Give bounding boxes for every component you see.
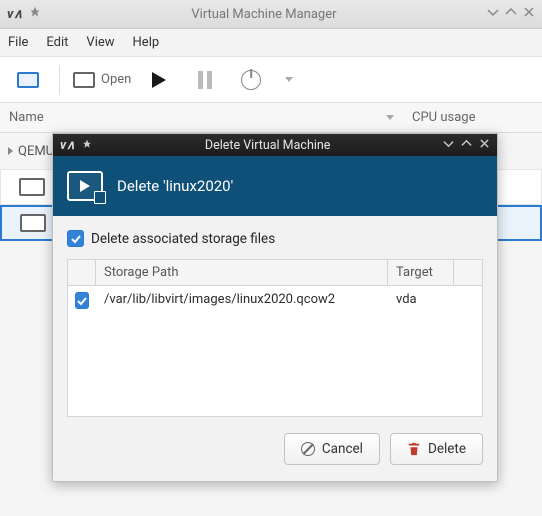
dialog-title: Delete Virtual Machine bbox=[205, 138, 331, 153]
pin-icon[interactable] bbox=[29, 6, 41, 22]
menu-view[interactable]: View bbox=[86, 35, 114, 50]
pin-icon[interactable] bbox=[82, 138, 92, 153]
open-label: Open bbox=[101, 72, 131, 87]
dialog-close-icon[interactable] bbox=[479, 138, 490, 153]
window-title: Virtual Machine Manager bbox=[191, 7, 336, 22]
cancel-icon bbox=[301, 442, 315, 456]
dialog-app-icon: v∧ bbox=[60, 137, 75, 153]
header-cpu[interactable]: CPU usage bbox=[412, 110, 542, 125]
banner-text: Delete 'linux2020' bbox=[117, 177, 233, 195]
menu-edit[interactable]: Edit bbox=[46, 35, 68, 50]
delete-storage-label: Delete associated storage files bbox=[91, 231, 275, 247]
open-button[interactable]: Open bbox=[73, 72, 131, 88]
menu-help[interactable]: Help bbox=[133, 35, 160, 50]
dialog-min-icon[interactable] bbox=[443, 138, 454, 153]
sort-chevron-icon[interactable] bbox=[386, 115, 394, 120]
app-icon: v∧ bbox=[7, 7, 23, 22]
delete-button[interactable]: Delete bbox=[390, 433, 483, 465]
vm-delete-icon bbox=[67, 171, 103, 201]
cancel-label: Cancel bbox=[322, 441, 363, 457]
close-icon[interactable] bbox=[523, 6, 535, 22]
delete-storage-checkbox[interactable] bbox=[67, 230, 84, 247]
maximize-icon[interactable] bbox=[505, 6, 517, 22]
vm-list-header: Name CPU usage bbox=[0, 103, 542, 133]
minimize-icon[interactable] bbox=[487, 6, 499, 22]
power-button[interactable] bbox=[233, 62, 269, 98]
separator bbox=[59, 65, 60, 95]
dialog-banner: Delete 'linux2020' bbox=[53, 156, 497, 216]
menu-file[interactable]: File bbox=[8, 35, 28, 50]
cancel-button[interactable]: Cancel bbox=[284, 433, 380, 465]
header-path[interactable]: Storage Path bbox=[96, 260, 388, 285]
new-vm-button[interactable] bbox=[10, 62, 46, 98]
trash-icon bbox=[407, 442, 421, 456]
monitor-icon bbox=[73, 72, 95, 88]
header-spacer bbox=[454, 260, 482, 285]
delete-dialog: v∧ Delete Virtual Machine Delete 'linux2… bbox=[52, 133, 498, 482]
toolbar: Open bbox=[0, 57, 542, 103]
row-target: vda bbox=[388, 286, 454, 315]
row-checkbox[interactable] bbox=[75, 292, 89, 309]
row-path: /var/lib/libvirt/images/linux2020.qcow2 bbox=[96, 286, 388, 315]
dialog-max-icon[interactable] bbox=[461, 138, 472, 153]
main-titlebar: v∧ Virtual Machine Manager bbox=[0, 0, 542, 29]
expand-icon[interactable] bbox=[8, 147, 13, 155]
header-select bbox=[68, 260, 96, 285]
header-name[interactable]: Name bbox=[0, 110, 386, 125]
host-label: QEMU bbox=[18, 144, 54, 159]
menubar: File Edit View Help bbox=[0, 29, 542, 57]
pause-button[interactable] bbox=[187, 62, 223, 98]
table-row[interactable]: /var/lib/libvirt/images/linux2020.qcow2 … bbox=[68, 286, 482, 315]
delete-label: Delete bbox=[428, 441, 466, 457]
header-target[interactable]: Target bbox=[388, 260, 454, 285]
dialog-titlebar: v∧ Delete Virtual Machine bbox=[53, 134, 497, 156]
storage-table: Storage Path Target /var/lib/libvirt/ima… bbox=[67, 259, 483, 417]
chevron-down-icon[interactable] bbox=[285, 77, 293, 82]
play-button[interactable] bbox=[141, 62, 177, 98]
